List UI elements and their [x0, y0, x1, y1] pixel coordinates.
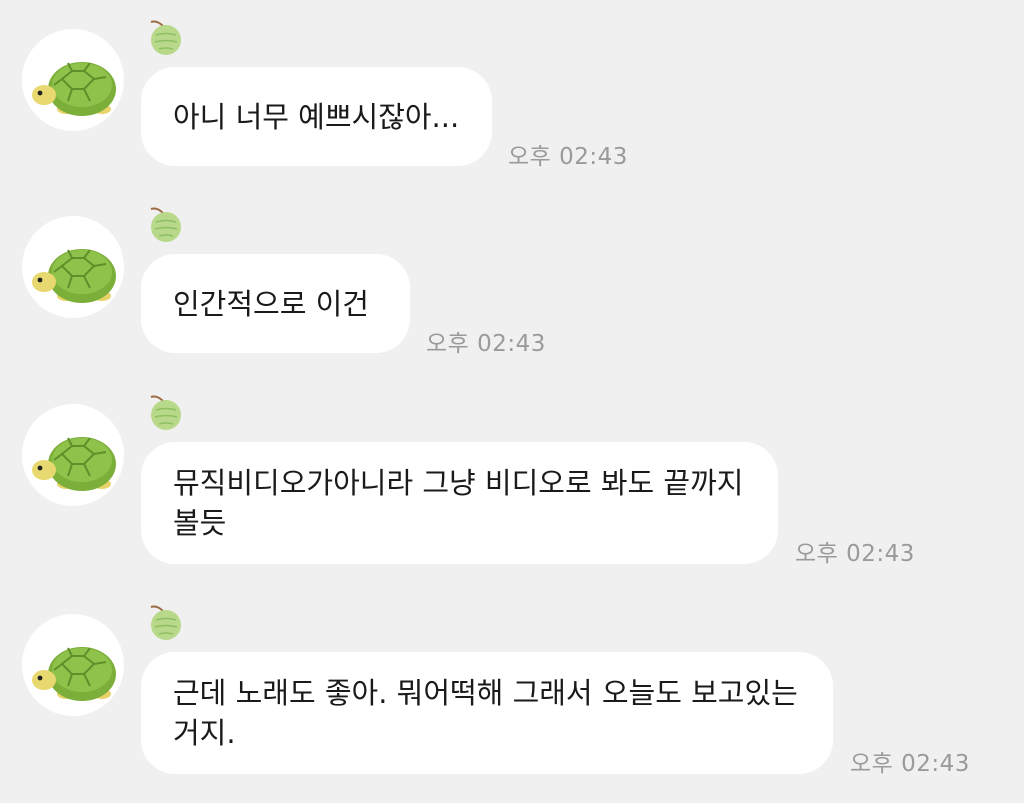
turtle-avatar-icon	[32, 437, 116, 491]
message-text: 근데 노래도 좋아. 뭐어떡해 그래서 오늘도 보고있는 거지.	[173, 676, 798, 750]
melon-icon	[150, 605, 181, 640]
sender-avatar[interactable]	[22, 216, 124, 318]
turtle-avatar-icon	[32, 647, 116, 701]
chat-screen: { "messages": [ { "text": "아니 너무 예쁘시잖아..…	[0, 0, 1024, 803]
message-text: 아니 너무 예쁘시잖아...	[173, 99, 460, 134]
sender-avatar[interactable]	[22, 29, 124, 131]
timestamp: 오후 02:43	[508, 144, 628, 170]
message-bubble[interactable]: 뮤직비디오가아니라 그냥 비디오로 봐도 끝까지 볼듯	[141, 442, 778, 564]
message-bubble[interactable]: 근데 노래도 좋아. 뭐어떡해 그래서 오늘도 보고있는 거지.	[141, 652, 833, 774]
sender-avatar[interactable]	[22, 404, 124, 506]
message-text: 뮤직비디오가아니라 그냥 비디오로 봐도 끝까지 볼듯	[173, 466, 744, 540]
melon-icon	[150, 207, 181, 242]
message-text: 인간적으로 이건	[173, 286, 369, 321]
timestamp: 오후 02:43	[426, 331, 546, 357]
melon-icon	[150, 395, 181, 430]
melon-icon	[150, 20, 181, 55]
turtle-avatar-icon	[32, 249, 116, 303]
timestamp: 오후 02:43	[795, 541, 915, 567]
message-bubble[interactable]: 인간적으로 이건	[141, 254, 410, 353]
message-bubble[interactable]: 아니 너무 예쁘시잖아...	[141, 67, 492, 166]
turtle-avatar-icon	[32, 62, 116, 116]
timestamp: 오후 02:43	[850, 751, 970, 777]
sender-avatar[interactable]	[22, 614, 124, 716]
